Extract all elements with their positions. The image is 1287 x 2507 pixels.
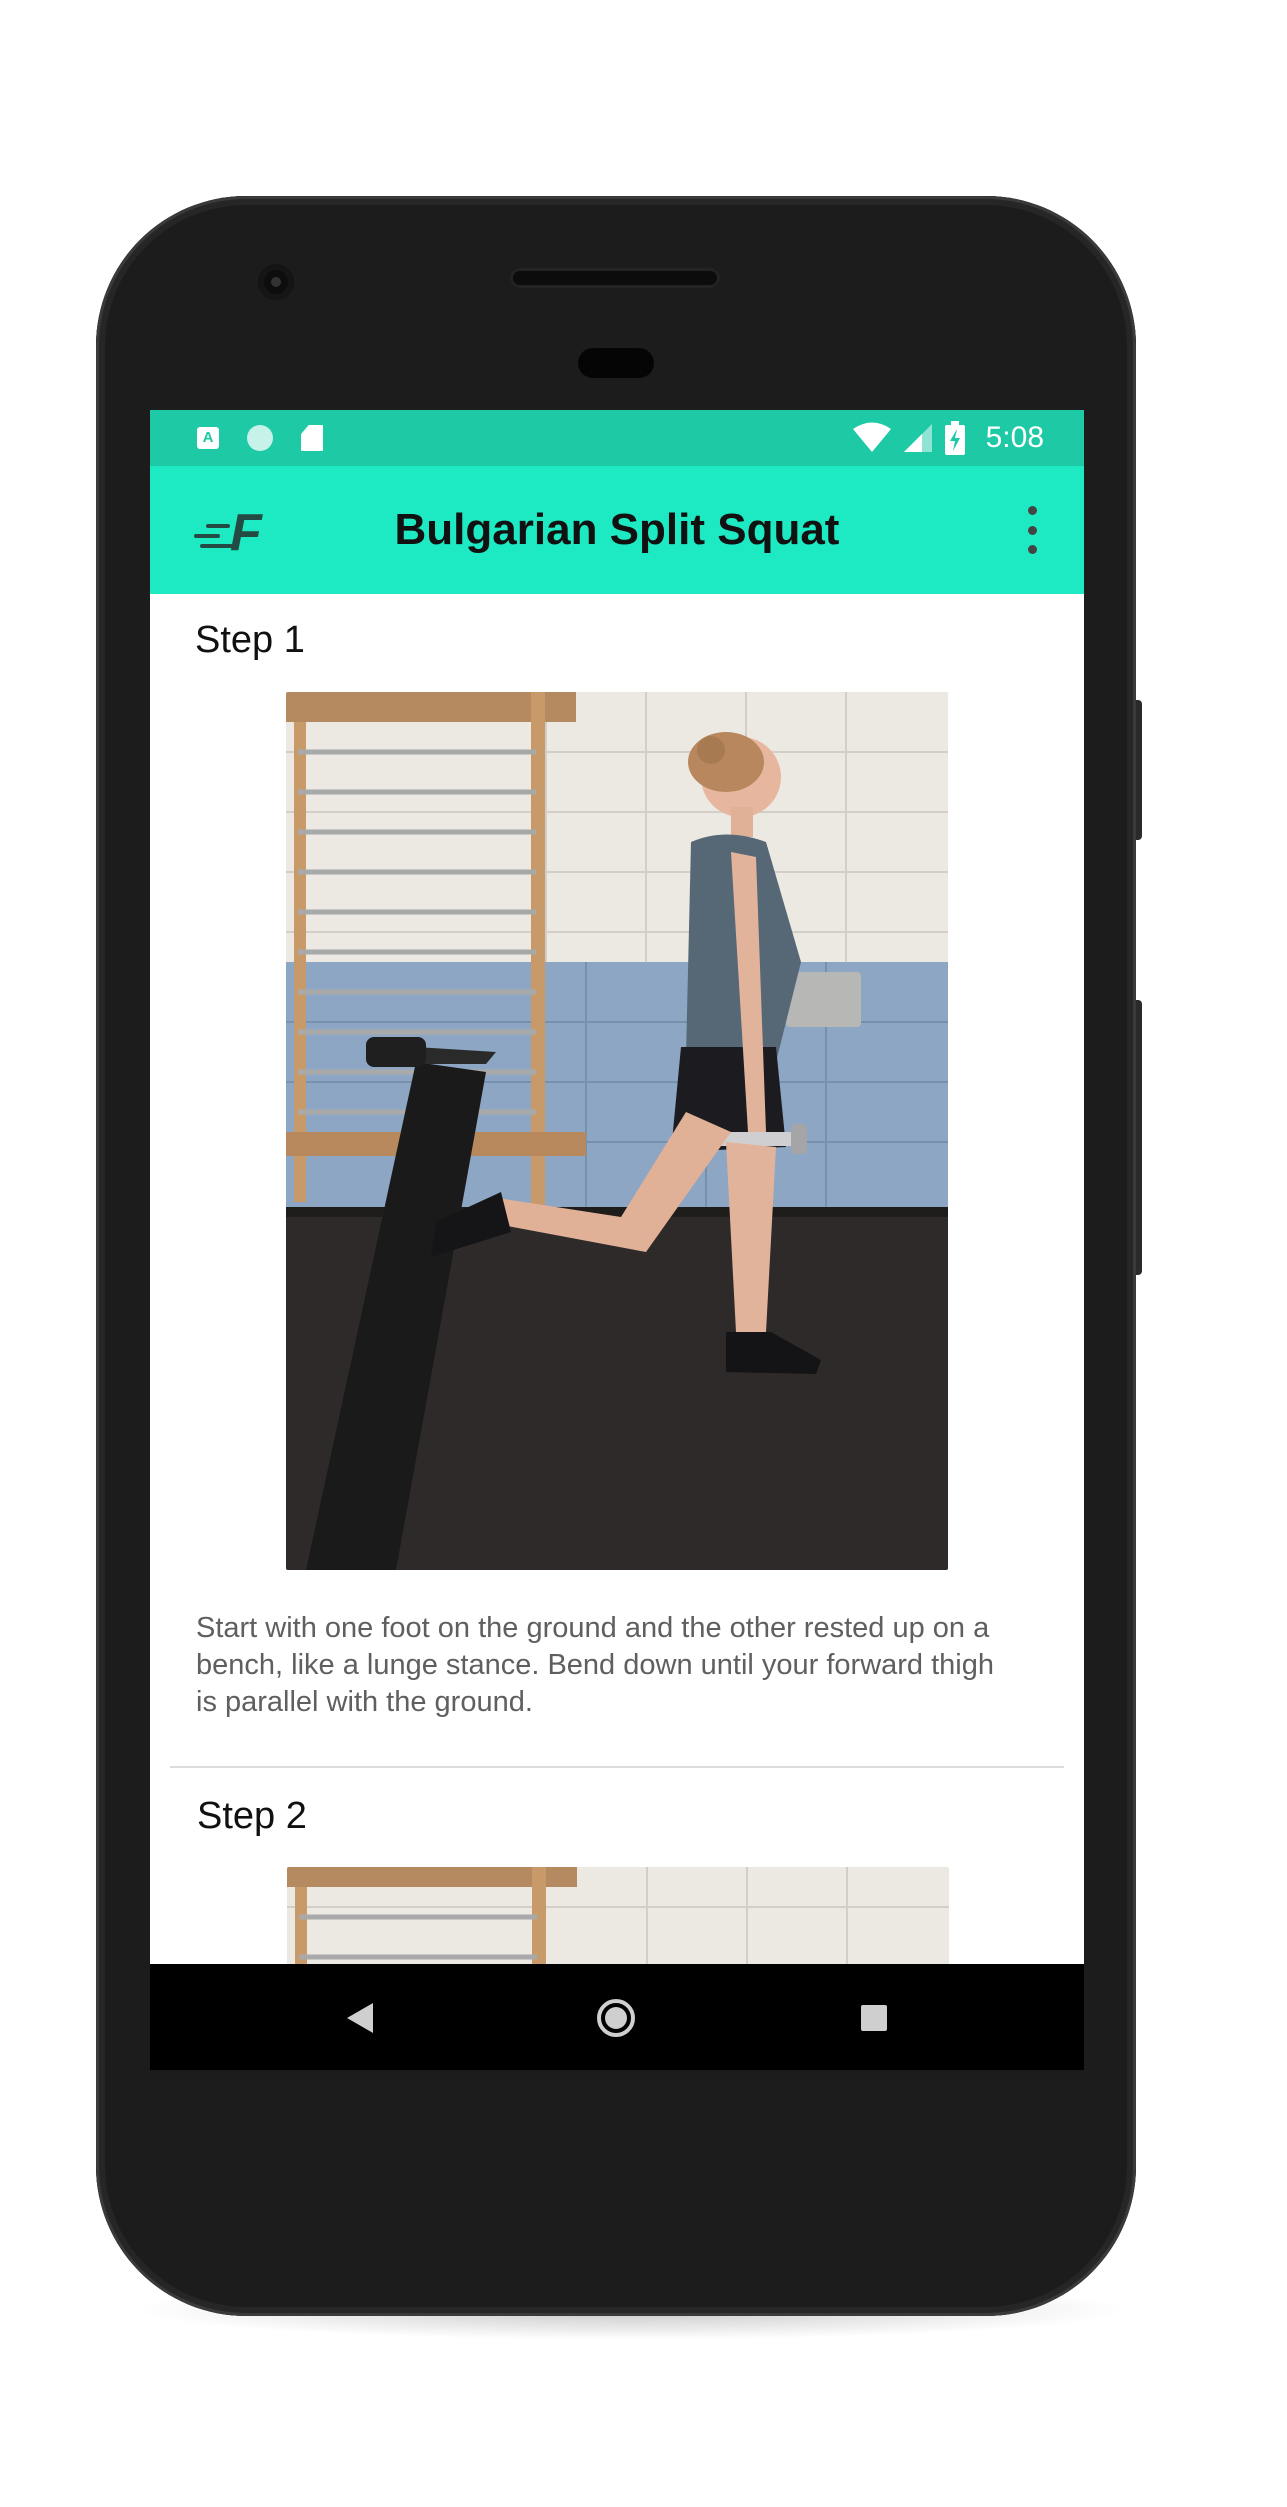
home-circle-icon[interactable] <box>596 1998 636 2038</box>
proximity-sensor <box>578 348 654 378</box>
app-bar: F Bulgarian Split Squat <box>150 466 1084 594</box>
step-2-heading: Step 2 <box>197 1795 307 1837</box>
phone-screen: A 5:08 F Bulgarian Split Squat Step 1 St… <box>150 410 1084 2070</box>
status-bar: A 5:08 <box>150 410 1084 466</box>
device-mockup: A 5:08 F Bulgarian Split Squat Step 1 St… <box>0 0 1287 2507</box>
earpiece-speaker <box>510 268 720 288</box>
page-title: Bulgarian Split Squat <box>394 505 840 554</box>
step-1-heading: Step 1 <box>195 619 305 661</box>
recents-square-icon[interactable] <box>854 1998 894 2038</box>
step-1-description: Start with one foot on the ground and th… <box>196 1612 994 1718</box>
back-triangle-icon[interactable] <box>340 1998 380 2038</box>
status-notification-icons: A <box>194 424 326 452</box>
front-camera <box>258 264 294 300</box>
system-nav-bar <box>150 1964 1084 2070</box>
sync-circle-icon <box>246 424 274 452</box>
battery-charging-icon <box>944 421 965 455</box>
step-1-exercise-photo <box>286 692 948 1570</box>
status-time: 5:08 <box>985 421 1044 454</box>
step-divider <box>170 1766 1064 1768</box>
wifi-icon <box>852 422 891 452</box>
sd-card-icon <box>298 424 326 452</box>
step-2-exercise-photo <box>287 1867 949 1964</box>
accessibility-a-icon: A <box>194 424 222 452</box>
status-system-icons: 5:08 <box>852 419 1044 457</box>
more-vert-icon[interactable] <box>1022 506 1042 554</box>
cell-signal-icon <box>903 424 932 452</box>
steps-list[interactable]: Step 1 Start with one foot on the ground… <box>150 594 1084 1964</box>
